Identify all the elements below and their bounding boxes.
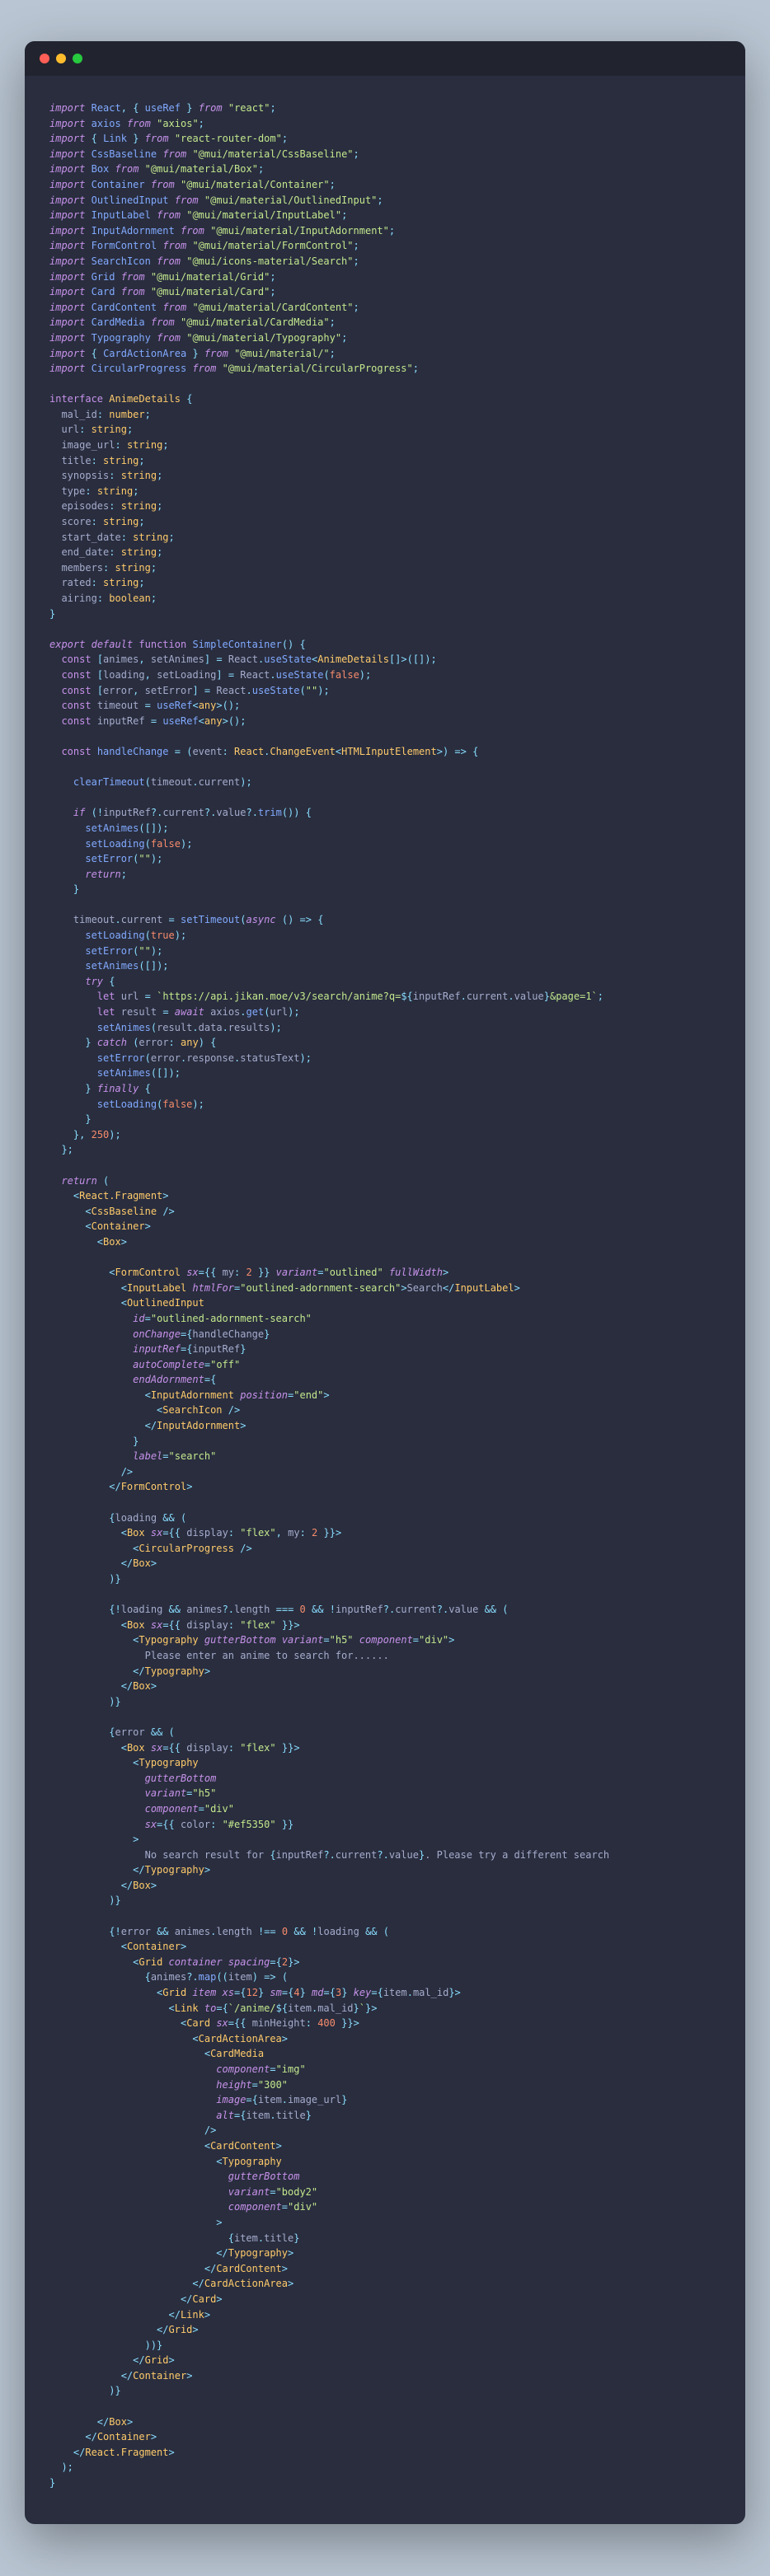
error-text-suf: . Please try a different search: [425, 1849, 609, 1861]
input-label-text: Search: [407, 1282, 443, 1294]
close-icon[interactable]: [40, 54, 49, 63]
error-text-pre: No search result for: [145, 1849, 270, 1861]
code-window: import React, { useRef } from "react"; i…: [25, 41, 745, 2524]
titlebar: [25, 41, 745, 76]
code-content: import React, { useRef } from "react"; i…: [25, 76, 745, 2524]
maximize-icon[interactable]: [73, 54, 82, 63]
empty-state-text: Please enter an anime to search for.....…: [145, 1650, 389, 1661]
minimize-icon[interactable]: [56, 54, 66, 63]
